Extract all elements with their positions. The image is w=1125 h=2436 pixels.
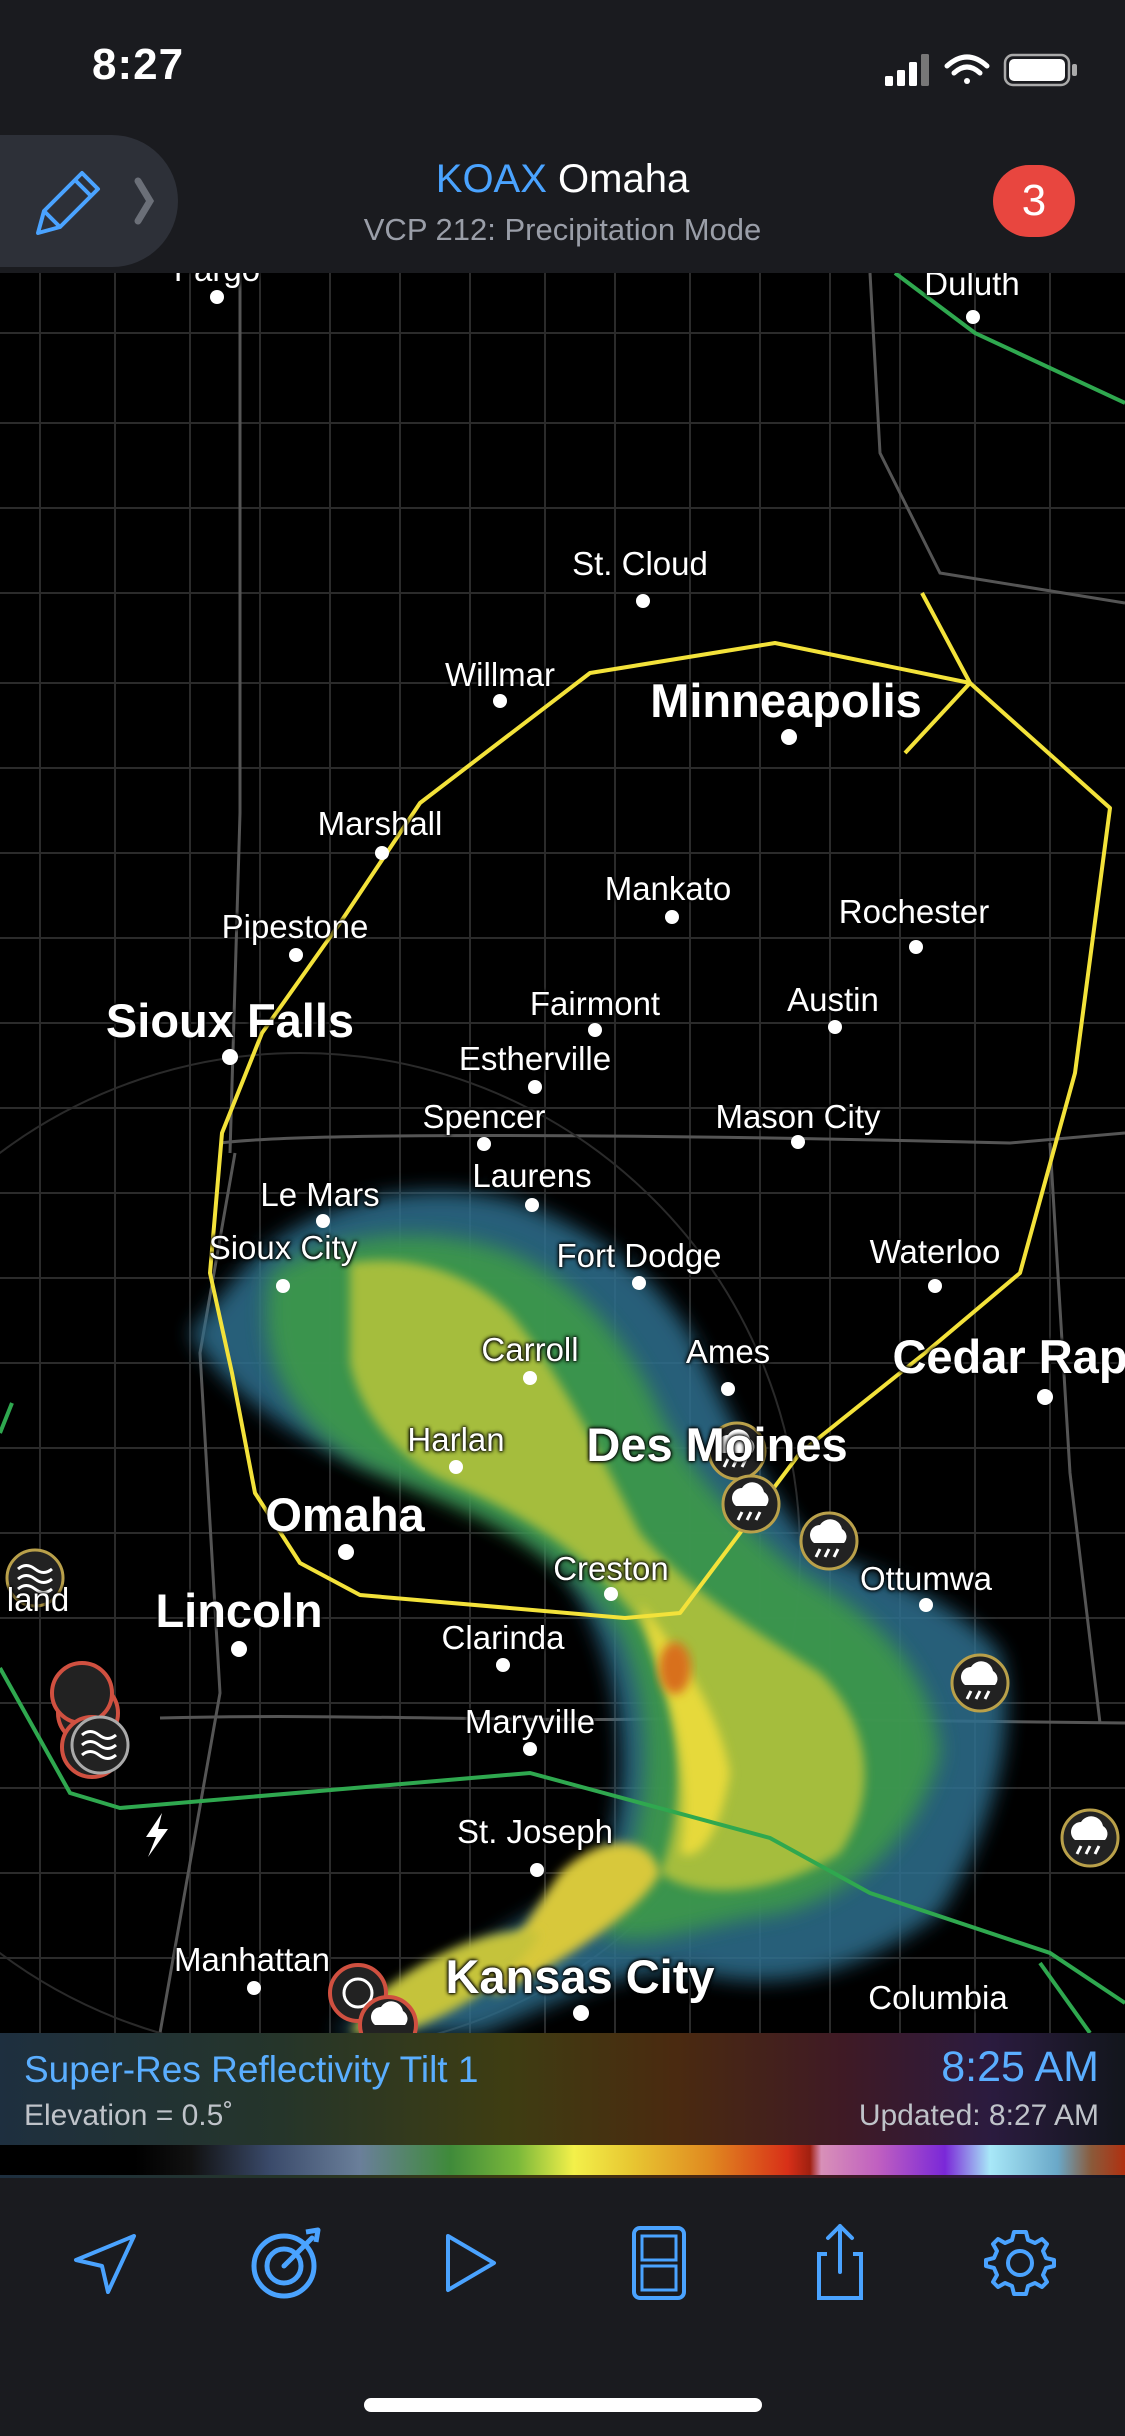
city-label: Austin — [787, 981, 879, 1018]
city-label: Manhattan — [174, 1941, 330, 1978]
city-label: Spencer — [422, 1098, 546, 1135]
city-label: Maryville — [464, 1703, 596, 1740]
gear-icon — [984, 2230, 1056, 2296]
city-label: Columbia — [868, 1979, 1008, 2016]
city-label: Ottumwa — [859, 1560, 993, 1597]
city-label: Des Moines — [586, 1418, 848, 1471]
city-label: Lincoln — [155, 1584, 323, 1637]
city-label: Sioux City — [208, 1229, 358, 1266]
radar-site-title[interactable]: KOAX Omaha — [0, 157, 1125, 202]
layout-icon — [632, 2226, 686, 2300]
city-label: Fairmont — [529, 985, 661, 1022]
lightning-icon — [146, 1813, 168, 1857]
city-label: Minneapolis — [650, 674, 922, 727]
city-label: Fort Dodge — [556, 1237, 722, 1274]
city-label: Rochester — [838, 893, 990, 930]
radar-site-code: KOAX — [435, 157, 547, 201]
share-button[interactable] — [795, 2218, 885, 2308]
share-icon — [817, 2224, 863, 2300]
cellular-signal-icon — [885, 54, 929, 86]
home-indicator — [364, 2398, 762, 2412]
city-label: Clarinda — [441, 1619, 565, 1656]
rain-cloud-icon[interactable] — [799, 1511, 859, 1571]
city-label: Harlan — [407, 1421, 505, 1458]
elevation-text: Elevation = 0.5˚ — [24, 2099, 234, 2132]
battery-icon — [1003, 53, 1077, 87]
city-label: Waterloo — [869, 1233, 1001, 1270]
city-label: Omaha — [265, 1488, 425, 1541]
layout-button[interactable] — [614, 2218, 704, 2308]
location-button[interactable] — [62, 2218, 152, 2308]
city-label: Fargo — [174, 273, 260, 289]
radar-header: KOAX Omaha VCP 212: Precipitation Mode 3 — [0, 135, 1125, 273]
city-label: Mason City — [715, 1098, 881, 1135]
scan-time: 8:25 AM — [941, 2043, 1099, 2091]
city-label: Duluth — [924, 273, 1020, 302]
status-bar: 8:27 — [0, 0, 1125, 135]
city-label: Cedar Rap — [892, 1330, 1125, 1383]
city-label: St. Joseph — [457, 1813, 613, 1850]
city-label: Marshall — [317, 805, 443, 842]
rain-cloud-icon[interactable] — [950, 1653, 1010, 1713]
updated-time: Updated: 8:27 AM — [858, 2099, 1099, 2132]
rain-cloud-icon[interactable] — [1060, 1808, 1120, 1868]
radar-site-city: Omaha — [558, 157, 690, 201]
city-label: Le Mars — [260, 1176, 380, 1213]
status-icons — [885, 50, 1085, 90]
city-label: Estherville — [458, 1040, 612, 1077]
storm-cluster-icon[interactable] — [50, 1661, 130, 1779]
radar-map[interactable]: Fargo Duluth St. Cloud Willmar Minneapol… — [0, 273, 1125, 2033]
city-label: Kansas City — [445, 1950, 715, 2003]
product-name: Super-Res Reflectivity Tilt 1 — [24, 2049, 479, 2090]
settings-button[interactable] — [975, 2218, 1065, 2308]
city-label: Ames — [685, 1333, 771, 1370]
location-arrow-icon — [74, 2234, 136, 2294]
city-label: Carroll — [481, 1331, 579, 1368]
play-icon — [446, 2234, 496, 2292]
city-label: Laurens — [472, 1157, 592, 1194]
rain-cloud-icon[interactable] — [721, 1474, 781, 1534]
city-label: St. Cloud — [572, 545, 708, 582]
play-button[interactable] — [424, 2218, 514, 2308]
city-label: Pipestone — [221, 908, 369, 945]
wifi-icon — [944, 54, 990, 84]
city-label: Mankato — [604, 870, 732, 907]
reflectivity-color-scale — [0, 2145, 1125, 2175]
city-label: Creston — [553, 1550, 669, 1587]
radar-button[interactable] — [240, 2218, 330, 2308]
status-time: 8:27 — [92, 40, 185, 89]
radar-icon — [251, 2227, 321, 2299]
alerts-badge[interactable]: 3 — [993, 165, 1075, 237]
city-label: Willmar — [445, 656, 555, 693]
radar-mode: VCP 212: Precipitation Mode — [363, 212, 762, 247]
city-label: Sioux Falls — [105, 994, 355, 1047]
city-label: land — [6, 1581, 70, 1618]
